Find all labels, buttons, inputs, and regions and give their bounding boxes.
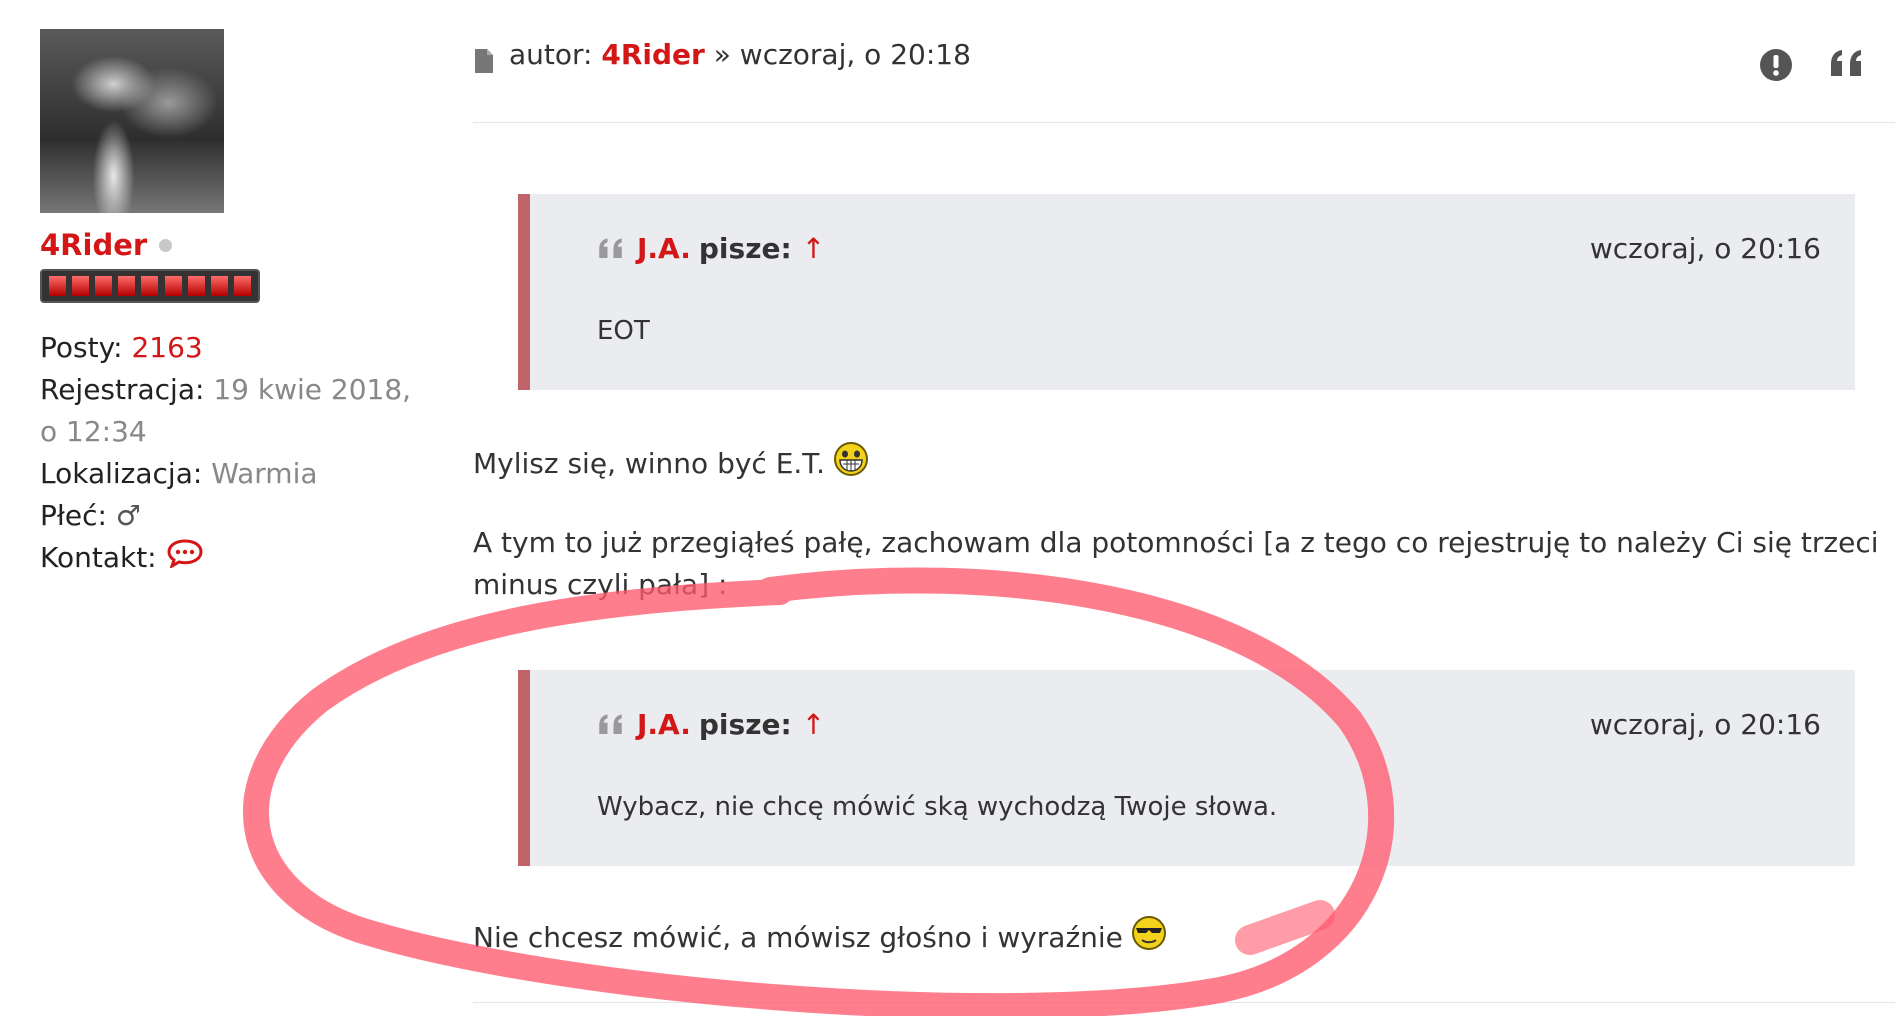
profile-info: Posty: 2163 Rejestracja: 19 kwie 2018, o… <box>40 327 440 580</box>
post-author[interactable]: 4Rider <box>601 38 704 71</box>
post: autor: 4Rider » wczoraj, o 20:18 J.A. pi… <box>473 0 1903 1003</box>
paragraph-text: Mylisz się, winno być E.T. <box>473 447 825 480</box>
quote-author[interactable]: J.A. <box>637 708 691 741</box>
location-row: Lokalizacja: Warmia <box>40 453 440 495</box>
chat-bubble-icon[interactable] <box>166 538 204 580</box>
arrow-up-icon[interactable]: ↑ <box>802 708 825 741</box>
quote-text: Wybacz, nie chcę mówić ską wychodzą Twoj… <box>597 792 1278 822</box>
male-icon: ♂ <box>115 499 141 532</box>
exclamation-circle-icon[interactable] <box>1759 48 1793 86</box>
quote-date: wczoraj, o 20:16 <box>1589 232 1821 265</box>
post-paragraph: Nie chcesz mówić, a mówisz głośno i wyra… <box>473 915 1167 963</box>
quote-date: wczoraj, o 20:16 <box>1589 708 1821 741</box>
user-profile: 4Rider Posty: 2163 Rejestracja: 19 kwie … <box>40 29 440 580</box>
arrow-up-icon[interactable]: ↑ <box>802 232 825 265</box>
posts-label: Posty: <box>40 331 123 364</box>
quote-block: J.A. pisze: ↑ wczoraj, o 20:16 EOT <box>518 194 1855 390</box>
contact-label: Kontakt: <box>40 541 157 574</box>
gender-label: Płeć: <box>40 499 107 532</box>
document-icon <box>473 48 495 78</box>
registration-row: Rejestracja: 19 kwie 2018, o 12:34 <box>40 369 430 453</box>
offline-dot-icon <box>159 238 173 252</box>
post-paragraph: A tym to już przegiąłeś pałę, zachowam d… <box>473 522 1883 606</box>
quote-icon <box>599 714 622 734</box>
posts-row: Posty: 2163 <box>40 327 440 369</box>
rank-bar-icon <box>40 269 260 303</box>
registration-label: Rejestracja: <box>40 373 205 406</box>
paragraph-text: A tym to już przegiąłeś pałę, zachowam d… <box>473 526 1879 601</box>
post-header: autor: 4Rider » wczoraj, o 20:18 <box>473 0 1895 123</box>
quote-citation: J.A. pisze: ↑ <box>597 708 825 741</box>
cool-smiley-icon <box>1131 915 1167 963</box>
quote-writes-label: pisze: <box>698 708 792 741</box>
location-value: Warmia <box>211 457 318 490</box>
quote-writes-label: pisze: <box>698 232 792 265</box>
location-label: Lokalizacja: <box>40 457 203 490</box>
quote-text: EOT <box>597 316 650 346</box>
contact-row: Kontakt: <box>40 537 440 580</box>
post-paragraph: Mylisz się, winno być E.T. <box>473 441 869 489</box>
post-footer-divider <box>473 1002 1895 1003</box>
paragraph-text: Nie chcesz mówić, a mówisz głośno i wyra… <box>473 921 1123 954</box>
author-prefix: autor: <box>509 38 593 71</box>
quote-author[interactable]: J.A. <box>637 232 691 265</box>
posts-count[interactable]: 2163 <box>131 331 202 364</box>
username-row: 4Rider <box>40 227 440 263</box>
gender-row: Płeć: ♂ <box>40 495 440 537</box>
quote-icon[interactable] <box>1829 48 1867 84</box>
grin-smiley-icon <box>833 441 869 489</box>
quote-icon <box>599 238 622 258</box>
quote-citation: J.A. pisze: ↑ <box>597 232 825 265</box>
post-date[interactable]: » wczoraj, o 20:18 <box>714 38 971 71</box>
avatar[interactable] <box>40 29 224 213</box>
profile-username[interactable]: 4Rider <box>40 228 147 262</box>
quote-block: J.A. pisze: ↑ wczoraj, o 20:16 Wybacz, n… <box>518 670 1855 866</box>
post-meta: autor: 4Rider » wczoraj, o 20:18 <box>509 38 971 71</box>
